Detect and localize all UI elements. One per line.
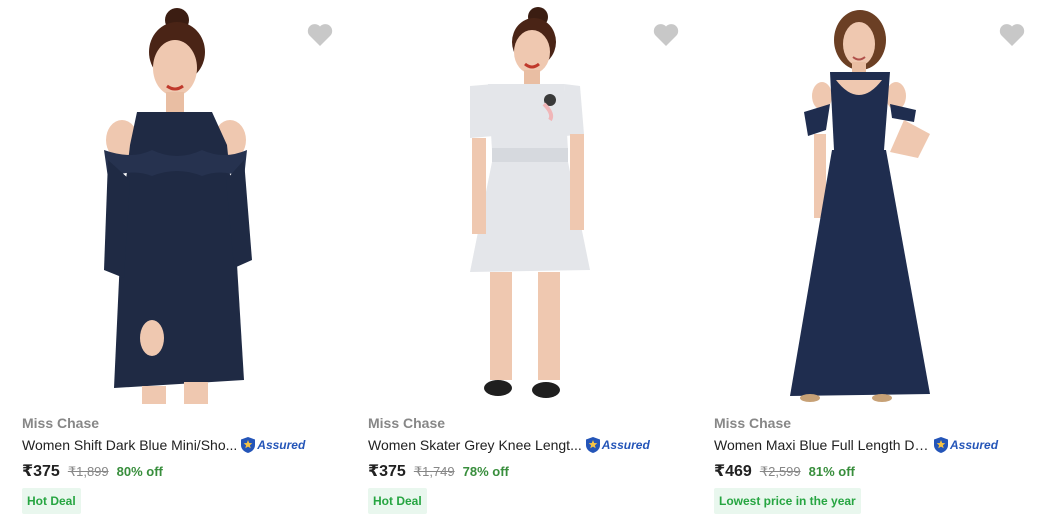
wishlist-heart-icon[interactable]: [998, 22, 1026, 48]
product-brand: Miss Chase: [368, 415, 446, 431]
product-title[interactable]: Women Skater Grey Knee Lengt...: [368, 437, 582, 453]
price-row: ₹375 ₹1,899 80% off: [22, 461, 163, 481]
product-brand: Miss Chase: [22, 415, 100, 431]
deal-badge: Lowest price in the year: [714, 488, 861, 514]
discount-percent: 81% off: [808, 464, 855, 479]
selling-price: ₹375: [22, 463, 60, 480]
assured-shield-icon: [934, 437, 948, 453]
deal-badge: Hot Deal: [22, 488, 81, 514]
product-title[interactable]: Women Maxi Blue Full Length Dr...: [714, 437, 930, 453]
assured-shield-icon: [241, 437, 256, 453]
original-price: ₹1,899: [67, 464, 109, 479]
product-image[interactable]: [358, 0, 688, 404]
discount-percent: 80% off: [116, 464, 163, 479]
product-image[interactable]: [12, 0, 342, 404]
discount-percent: 78% off: [462, 464, 509, 479]
assured-badge: Assured: [585, 436, 650, 454]
product-title-row: Women Shift Dark Blue Mini/Sho... Assure…: [22, 435, 305, 455]
model-skater-dress-illustration: [470, 7, 590, 398]
deal-badge: Hot Deal: [368, 488, 427, 514]
product-card[interactable]: Miss Chase Women Skater Grey Knee Lengt.…: [358, 0, 688, 526]
wishlist-heart-icon[interactable]: [306, 22, 334, 48]
assured-badge: Assured: [240, 436, 305, 454]
product-title[interactable]: Women Shift Dark Blue Mini/Sho...: [22, 437, 237, 453]
model-maxi-dress-illustration: [790, 10, 930, 402]
product-image[interactable]: [704, 0, 1034, 404]
selling-price: ₹469: [714, 463, 752, 480]
price-row: ₹375 ₹1,749 78% off: [368, 461, 509, 481]
product-grid: Miss Chase Women Shift Dark Blue Mini/Sh…: [0, 0, 1046, 526]
price-row: ₹469 ₹2,599 81% off: [714, 461, 855, 481]
assured-badge: Assured: [933, 436, 998, 454]
assured-label: Assured: [257, 438, 306, 452]
product-card[interactable]: Miss Chase Women Maxi Blue Full Length D…: [704, 0, 1034, 526]
product-title-row: Women Maxi Blue Full Length Dr... Assure…: [714, 435, 998, 455]
assured-label: Assured: [950, 438, 999, 452]
product-brand: Miss Chase: [714, 415, 792, 431]
assured-shield-icon: [585, 437, 600, 453]
product-title-row: Women Skater Grey Knee Lengt... Assured: [368, 435, 650, 455]
product-card[interactable]: Miss Chase Women Shift Dark Blue Mini/Sh…: [12, 0, 342, 526]
selling-price: ₹375: [368, 463, 406, 480]
original-price: ₹1,749: [413, 464, 455, 479]
original-price: ₹2,599: [759, 464, 801, 479]
assured-label: Assured: [601, 438, 650, 452]
wishlist-heart-icon[interactable]: [652, 22, 680, 48]
model-shift-dress-illustration: [104, 8, 252, 404]
